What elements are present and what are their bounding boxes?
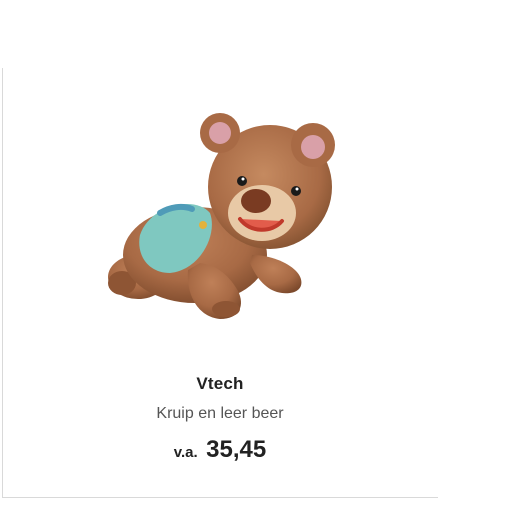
product-card[interactable]: Vtech Kruip en leer beer v.a. 35,45 <box>0 0 506 507</box>
price-row: v.a. 35,45 <box>0 436 440 464</box>
card-left-border <box>2 68 3 498</box>
price-value: 35,45 <box>206 436 267 463</box>
price-prefix: v.a. <box>173 444 198 461</box>
product-title[interactable]: Kruip en leer beer <box>0 405 440 423</box>
brand-name: Vtech <box>196 374 244 393</box>
card-bottom-border <box>2 497 438 498</box>
product-image[interactable] <box>100 95 345 330</box>
teddy-bear-illustration <box>108 113 335 319</box>
